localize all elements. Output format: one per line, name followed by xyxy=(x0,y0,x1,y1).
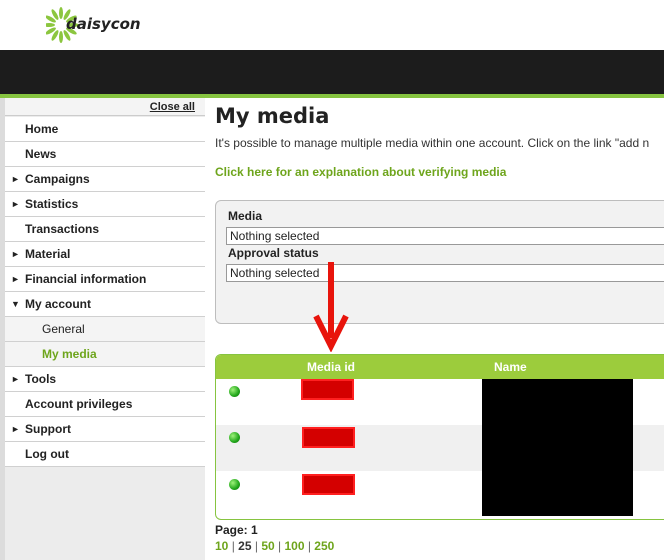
sidebar-item-label: Financial information xyxy=(25,272,147,286)
page-size-250[interactable]: 250 xyxy=(314,539,334,553)
media-filter-label: Media xyxy=(228,209,263,223)
sidebar: Close all Home News ► Campaigns ► Statisti… xyxy=(5,98,205,560)
pagination: Page: 1 10 | 25 | 50 | 100 | 250 xyxy=(215,523,334,553)
sidebar-item-label: Account privileges xyxy=(25,397,133,411)
main-content: My media It's possible to manage multipl… xyxy=(215,98,664,560)
media-filter-select[interactable]: Nothing selected xyxy=(226,227,664,245)
page-indicator: Page: 1 xyxy=(215,523,258,537)
column-header-media-id[interactable]: Media id xyxy=(307,360,355,374)
sidebar-item-label: Tools xyxy=(25,372,57,386)
close-all-link[interactable]: Close all xyxy=(150,101,195,113)
sidebar-item-financial-information[interactable]: ► Financial information xyxy=(5,267,205,292)
sidebar-item-label: Statistics xyxy=(25,197,79,211)
chevron-right-icon: ► xyxy=(11,249,20,259)
sidebar-item-label: Home xyxy=(25,122,59,136)
sidebar-menu: Home News ► Campaigns ► Statistics Transac… xyxy=(5,117,205,467)
sidebar-item-home[interactable]: Home xyxy=(5,117,205,142)
sidebar-item-news[interactable]: News xyxy=(5,142,205,167)
close-all-row: Close all xyxy=(5,98,205,116)
table-header: Media id Name xyxy=(216,355,664,379)
approval-status-select[interactable]: Nothing selected xyxy=(226,264,664,282)
sidebar-item-label: My account xyxy=(25,297,92,311)
separator: | xyxy=(251,539,262,553)
logo-text[interactable]: daisycon xyxy=(66,15,141,33)
sidebar-item-label: Material xyxy=(25,247,71,261)
top-navigation-bar xyxy=(0,50,664,94)
sidebar-item-label: Transactions xyxy=(25,222,100,236)
chevron-right-icon: ► xyxy=(11,374,20,384)
status-green-dot-icon xyxy=(229,479,240,490)
chevron-down-icon: ▼ xyxy=(11,299,20,309)
red-arrow-annotation-icon xyxy=(313,262,349,352)
status-green-dot-icon xyxy=(229,432,240,443)
sidebar-item-account-privileges[interactable]: Account privileges xyxy=(5,392,205,417)
sidebar-subitem-my-media[interactable]: My media xyxy=(5,342,205,367)
sidebar-item-label: General xyxy=(42,322,85,336)
status-green-dot-icon xyxy=(229,386,240,397)
approval-filter-label: Approval status xyxy=(228,246,319,260)
page-title: My media xyxy=(215,104,330,128)
sidebar-item-support[interactable]: ► Support xyxy=(5,417,205,442)
sidebar-item-log-out[interactable]: Log out xyxy=(5,442,205,467)
chevron-right-icon: ► xyxy=(11,274,20,284)
sidebar-item-my-account[interactable]: ▼ My account xyxy=(5,292,205,317)
sidebar-item-tools[interactable]: ► Tools xyxy=(5,367,205,392)
filter-panel: Media Nothing selected Approval status N… xyxy=(215,200,664,324)
redacted-media-id xyxy=(301,379,354,400)
chevron-right-icon: ► xyxy=(11,174,20,184)
sidebar-item-label: Support xyxy=(25,422,71,436)
sidebar-subitem-general[interactable]: General xyxy=(5,317,205,342)
sidebar-item-label: My media xyxy=(42,347,97,361)
sidebar-item-campaigns[interactable]: ► Campaigns xyxy=(5,167,205,192)
separator: | xyxy=(274,539,285,553)
header: daisycon xyxy=(0,0,664,50)
sidebar-item-statistics[interactable]: ► Statistics xyxy=(5,192,205,217)
chevron-right-icon: ► xyxy=(11,199,20,209)
column-header-name[interactable]: Name xyxy=(494,360,527,374)
separator: | xyxy=(228,539,239,553)
redacted-media-id xyxy=(302,427,355,448)
sidebar-item-material[interactable]: ► Material xyxy=(5,242,205,267)
sidebar-item-label: News xyxy=(25,147,57,161)
media-table: Media id Name xyxy=(215,354,664,520)
sidebar-item-label: Campaigns xyxy=(25,172,90,186)
intro-text: It's possible to manage multiple media w… xyxy=(215,136,650,150)
page-size-50[interactable]: 50 xyxy=(261,539,274,553)
page-size-25-current: 25 xyxy=(238,539,252,553)
redacted-name-column xyxy=(482,379,633,516)
page-size-100[interactable]: 100 xyxy=(284,539,304,553)
page-size-10[interactable]: 10 xyxy=(215,539,228,553)
page-size-selector: 10 | 25 | 50 | 100 | 250 xyxy=(215,539,334,553)
redacted-media-id xyxy=(302,474,355,495)
chevron-right-icon: ► xyxy=(11,424,20,434)
verify-media-link[interactable]: Click here for an explanation about veri… xyxy=(215,165,506,179)
separator: | xyxy=(304,539,315,553)
sidebar-item-label: Log out xyxy=(25,447,69,461)
sidebar-item-transactions[interactable]: Transactions xyxy=(5,217,205,242)
